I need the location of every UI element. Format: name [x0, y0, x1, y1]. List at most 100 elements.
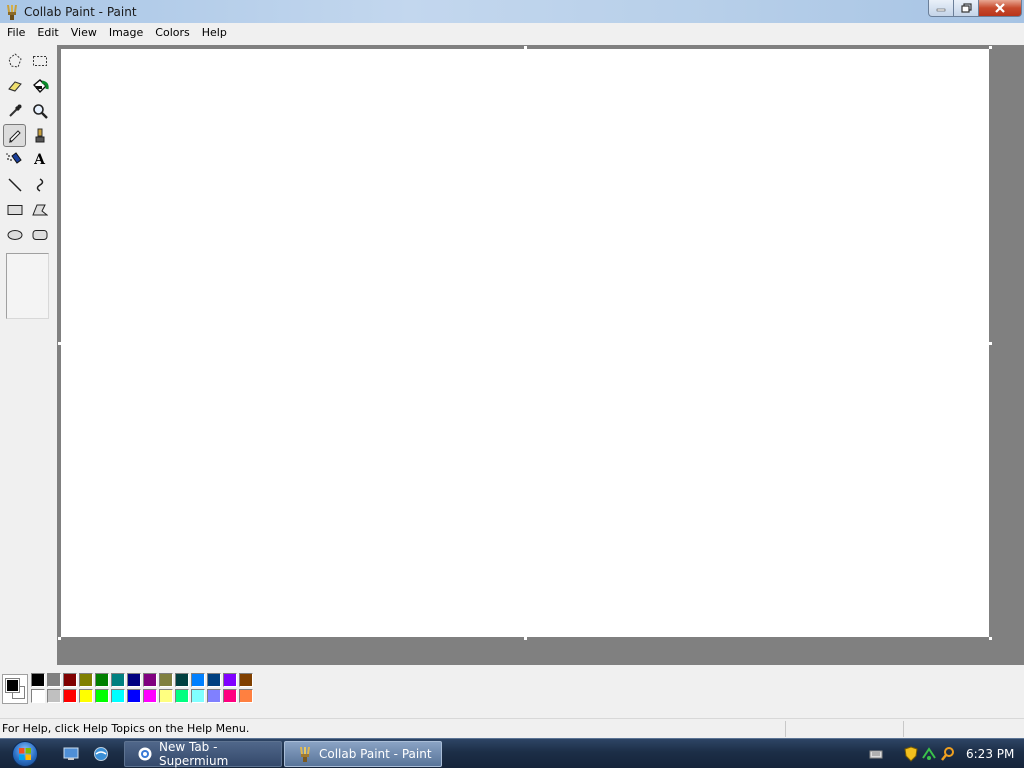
taskbar-task-paint[interactable]: Collab Paint - Paint [284, 741, 442, 767]
restore-button[interactable] [954, 0, 979, 17]
color-swatch[interactable] [31, 673, 45, 687]
color-swatch[interactable] [207, 689, 221, 703]
canvas-scroll-area [57, 45, 1024, 665]
taskbar-task-supermium[interactable]: New Tab - Supermium [124, 740, 282, 768]
color-swatch[interactable] [111, 673, 125, 687]
text-icon: A [34, 151, 45, 168]
menu-colors[interactable]: Colors [149, 23, 195, 43]
eraser-icon [7, 80, 22, 92]
tray-security[interactable] [903, 746, 919, 762]
color-swatch[interactable] [175, 673, 189, 687]
color-swatch[interactable] [47, 689, 61, 703]
color-swatch[interactable] [143, 673, 157, 687]
menu-help[interactable]: Help [196, 23, 233, 43]
tool-airbrush[interactable] [3, 148, 26, 171]
color-swatch[interactable] [95, 673, 109, 687]
color-swatch[interactable] [79, 673, 93, 687]
window-controls [928, 0, 1022, 17]
restore-icon [960, 3, 972, 13]
color-swatch[interactable] [63, 673, 77, 687]
tool-free-form-select[interactable] [3, 49, 26, 72]
color-swatch[interactable] [191, 673, 205, 687]
color-swatch[interactable] [207, 673, 221, 687]
rect-select-icon [32, 55, 47, 66]
tool-rectangle[interactable] [3, 198, 26, 221]
color-swatch[interactable] [31, 689, 45, 703]
task-label: New Tab - Supermium [159, 740, 229, 768]
tool-rounded-rectangle[interactable] [28, 223, 51, 246]
close-icon [995, 3, 1005, 13]
tray-search[interactable] [940, 746, 956, 762]
magnifier-icon [32, 103, 48, 119]
menu-view[interactable]: View [65, 23, 103, 43]
color-swatch[interactable] [239, 689, 253, 703]
tool-polygon[interactable] [28, 198, 51, 221]
tool-box: A [0, 45, 56, 665]
tool-brush[interactable] [28, 124, 51, 147]
status-text: For Help, click Help Topics on the Help … [2, 722, 250, 735]
color-swatch[interactable] [239, 673, 253, 687]
resize-handle-bottom-right[interactable] [989, 637, 992, 640]
tool-ellipse[interactable] [3, 223, 26, 246]
tool-pick-color[interactable] [3, 99, 26, 122]
title-bar[interactable]: Collab Paint - Paint [0, 0, 1024, 23]
resize-handle-right[interactable] [989, 342, 992, 345]
menu-image[interactable]: Image [103, 23, 149, 43]
color-swatch[interactable] [159, 689, 173, 703]
taskbar-clock[interactable]: 6:23 PM [966, 747, 1014, 761]
tool-options-panel[interactable] [6, 253, 49, 319]
color-swatch[interactable] [79, 689, 93, 703]
rectangle-icon [7, 204, 22, 215]
menu-file[interactable]: File [1, 23, 31, 43]
color-swatch[interactable] [47, 673, 61, 687]
menu-edit[interactable]: Edit [31, 23, 64, 43]
color-swatch[interactable] [95, 689, 109, 703]
quicklaunch-browser[interactable] [92, 745, 110, 763]
color-swatch[interactable] [191, 689, 205, 703]
quicklaunch-desktop[interactable] [62, 745, 80, 763]
color-swatch[interactable] [223, 673, 237, 687]
brush-icon [35, 128, 44, 142]
color-swatch[interactable] [159, 673, 173, 687]
supermium-icon [137, 746, 153, 762]
color-swatch[interactable] [127, 673, 141, 687]
paint-bucket-icon [32, 78, 49, 93]
start-button[interactable] [6, 740, 44, 768]
task-label: Collab Paint - Paint [319, 747, 432, 761]
resize-handle-bottom[interactable] [524, 637, 527, 640]
color-swatch[interactable] [127, 689, 141, 703]
color-swatch[interactable] [175, 689, 189, 703]
resize-handle-bottom-left [58, 637, 61, 640]
airbrush-icon [5, 151, 22, 164]
current-colors [2, 674, 28, 704]
tool-fill-with-color[interactable] [28, 74, 51, 97]
tray-network[interactable] [921, 746, 937, 762]
menu-bar: File Edit View Image Colors Help [0, 23, 1024, 43]
rounded-rect-icon [32, 229, 47, 240]
shield-icon [904, 746, 918, 762]
windows-logo-icon [12, 741, 38, 767]
status-bar: For Help, click Help Topics on the Help … [0, 718, 1024, 738]
tool-eraser[interactable] [3, 74, 26, 97]
color-swatch[interactable] [143, 689, 157, 703]
color-swatch[interactable] [111, 689, 125, 703]
pencil-icon [8, 129, 21, 143]
resize-handle-top-right [989, 46, 992, 49]
tool-text[interactable]: A [28, 148, 51, 171]
tool-curve[interactable] [28, 173, 51, 196]
browser-icon [94, 747, 108, 761]
polygon-icon [31, 204, 48, 215]
color-swatch[interactable] [63, 689, 77, 703]
tray-keyboard[interactable] [868, 746, 884, 762]
resize-handle-top [524, 46, 527, 49]
color-swatch[interactable] [223, 689, 237, 703]
minimize-button[interactable] [928, 0, 954, 17]
tool-line[interactable] [3, 173, 26, 196]
color-palette [0, 665, 1024, 713]
tool-pencil[interactable] [3, 124, 26, 147]
drawing-canvas[interactable] [61, 49, 989, 637]
tool-magnifier[interactable] [28, 99, 51, 122]
close-button[interactable] [979, 0, 1022, 17]
free-form-select-icon [7, 52, 22, 68]
tool-select[interactable] [28, 49, 51, 72]
